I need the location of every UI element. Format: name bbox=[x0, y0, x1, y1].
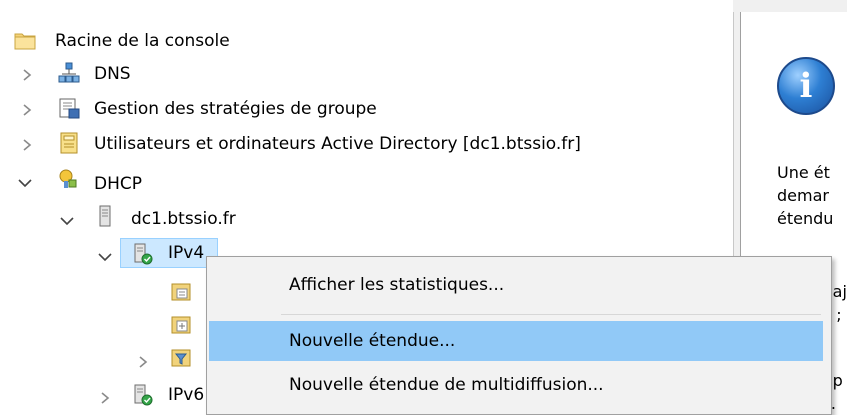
tree-item-ipv4[interactable]: IPv4 bbox=[168, 238, 204, 268]
info-text-line: demar bbox=[777, 186, 829, 205]
group-policy-icon bbox=[59, 98, 80, 119]
expand-chevron-icon[interactable] bbox=[20, 130, 34, 160]
collapse-chevron-icon[interactable] bbox=[98, 242, 112, 272]
menu-separator bbox=[281, 314, 821, 315]
context-menu: Afficher les statistiques... Nouvelle ét… bbox=[206, 256, 832, 415]
expand-chevron-icon[interactable] bbox=[136, 347, 150, 377]
info-icon: i bbox=[777, 57, 835, 115]
filters-icon bbox=[171, 349, 191, 367]
ipv4-icon bbox=[134, 243, 153, 265]
menu-item-label: Nouvelle étendue de multidiffusion... bbox=[289, 375, 604, 395]
dhcp-icon bbox=[59, 169, 77, 188]
tree-item-server[interactable]: dc1.btssio.fr bbox=[131, 204, 236, 234]
dns-network-icon bbox=[58, 62, 80, 83]
menu-item-label: Afficher les statistiques... bbox=[289, 275, 505, 295]
tree-item-console-root[interactable]: Racine de la console bbox=[55, 26, 230, 56]
tree-item-dns[interactable]: DNS bbox=[94, 59, 131, 89]
info-text-line: étendu bbox=[777, 209, 834, 228]
folder-icon bbox=[14, 33, 36, 50]
tree-item-ipv6[interactable]: IPv6 bbox=[168, 380, 204, 410]
expand-chevron-icon[interactable] bbox=[20, 60, 34, 90]
collapse-chevron-icon[interactable] bbox=[60, 206, 74, 236]
server-options-icon bbox=[171, 283, 191, 301]
menu-item-label: Nouvelle étendue... bbox=[289, 331, 456, 351]
tree-item-dhcp[interactable]: DHCP bbox=[94, 169, 142, 199]
menu-item-show-statistics[interactable]: Afficher les statistiques... bbox=[209, 265, 823, 305]
active-directory-icon bbox=[60, 132, 78, 154]
policies-icon bbox=[171, 316, 191, 334]
expand-chevron-icon[interactable] bbox=[98, 383, 112, 413]
info-text-line: Une ét bbox=[777, 163, 830, 182]
ipv6-icon bbox=[134, 384, 153, 406]
server-icon bbox=[99, 205, 111, 227]
expand-chevron-icon[interactable] bbox=[20, 95, 34, 125]
tree-item-aduc[interactable]: Utilisateurs et ordinateurs Active Direc… bbox=[94, 129, 581, 159]
collapse-chevron-icon[interactable] bbox=[18, 168, 32, 198]
tree-item-group-policy[interactable]: Gestion des stratégies de groupe bbox=[94, 94, 377, 124]
menu-item-new-multicast-scope[interactable]: Nouvelle étendue de multidiffusion... bbox=[209, 365, 823, 405]
menu-item-new-scope[interactable]: Nouvelle étendue... bbox=[209, 321, 823, 361]
